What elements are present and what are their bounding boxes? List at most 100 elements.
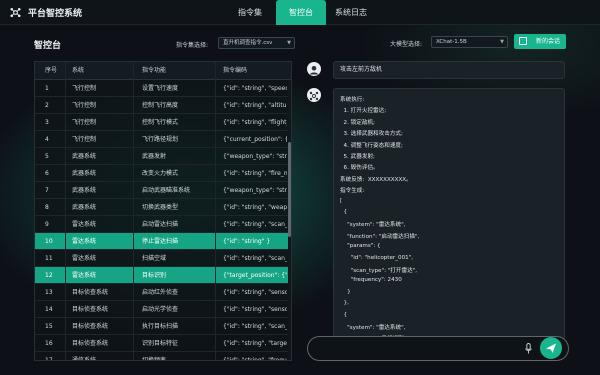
cell-function: 切换武器类型: [142, 204, 179, 211]
cell-function: 目标识别: [142, 272, 167, 279]
col-header-code: 指令编码: [223, 67, 248, 74]
cell-function: 控制飞行高度: [142, 102, 179, 109]
column-divider: [65, 62, 66, 360]
table-row[interactable]: 3 飞行控制 控制飞行模式 {"id": "string", "flight_mo: [35, 114, 291, 131]
table-row[interactable]: 8 武器系统 切换武器类型 {"id": "string", "weapon_: [35, 199, 291, 216]
cell-system: 目标侦查系统: [72, 289, 109, 296]
table-row[interactable]: 5 武器系统 武器发射 {"weapon_type": "string": [35, 148, 291, 165]
table-row[interactable]: 12 雷达系统 目标识别 {"target_position": {"lati: [35, 267, 291, 284]
table-row[interactable]: 10 雷达系统 停止雷达扫描 {"id": "string" }: [35, 233, 291, 250]
cell-system: 雷达系统: [72, 272, 97, 279]
app-logo-icon: [10, 7, 21, 18]
table-row[interactable]: 1 飞行控制 设置飞行速度 {"id": "string", "speed": "s: [35, 80, 291, 97]
table-row[interactable]: 17 通信系统 切换频率 {"id": "string", "frequenc: [35, 352, 291, 361]
cell-system: 飞行控制: [72, 85, 97, 92]
instruction-set-select[interactable]: 直升机调查指令.csv ▼: [218, 37, 295, 49]
table-row[interactable]: 6 武器系统 改变火力模式 {"id": "string", "fire_mod: [35, 165, 291, 182]
cell-code: {"id": "string", "weapon_: [223, 204, 287, 211]
cell-system: 飞行控制: [72, 102, 97, 109]
assistant-message-line: 指令生成:: [340, 188, 365, 195]
cell-function: 启动雷达扫描: [142, 221, 179, 228]
send-button[interactable]: [540, 337, 562, 359]
assistant-message-line: "scan_type": "打开雷达",: [340, 268, 418, 274]
cell-system: 飞行控制: [72, 136, 97, 143]
cell-index: 9: [45, 221, 49, 228]
cell-function: 停止雷达扫描: [142, 238, 179, 245]
instruction-set-label: 指令集选择:: [176, 42, 209, 49]
cell-code: {"target_position": {"lati: [223, 272, 287, 279]
cell-function: 切换频率: [142, 357, 167, 361]
cell-system: 武器系统: [72, 170, 97, 177]
col-header-index: 序号: [45, 67, 58, 74]
cell-system: 通信系统: [72, 357, 97, 361]
cell-system: 目标侦查系统: [72, 340, 109, 347]
cell-function: 武器发射: [142, 153, 167, 160]
cell-function: 改变火力模式: [142, 170, 179, 177]
table-row[interactable]: 14 目标侦查系统 启动光学侦查 {"id": "string", "sensor_t…: [35, 301, 291, 318]
assistant-message-line: }: [340, 288, 351, 295]
table-row[interactable]: 4 飞行控制 飞行路径规划 {"current_position": {"lat: [35, 131, 291, 148]
table-row[interactable]: 16 目标侦查系统 识别目标特征 {"id": "string", "target_p: [35, 335, 291, 352]
cell-index: 14: [45, 306, 53, 313]
cell-code: {"id": "string", "fire_mod: [223, 170, 287, 177]
table-row[interactable]: 2 飞行控制 控制飞行高度 {"id": "string", "altitude": [35, 97, 291, 114]
cell-index: 8: [45, 204, 49, 211]
cell-code: {"id": "string", "scan_typ: [223, 221, 287, 228]
new-chat-button[interactable]: 新的会话: [514, 34, 566, 49]
cell-system: 目标侦查系统: [72, 323, 109, 330]
new-chat-label: 新的会话: [535, 38, 560, 45]
table-scrollbar-thumb[interactable]: [288, 142, 291, 237]
cell-index: 12: [45, 272, 53, 279]
cell-index: 4: [45, 136, 49, 143]
table-row[interactable]: 11 雷达系统 扫描空域 {"id": "string", "scan_are: [35, 250, 291, 267]
assistant-message-line: {: [340, 311, 348, 318]
assistant-message-line: "system": "雷达系统",: [340, 325, 406, 331]
cell-system: 目标侦查系统: [72, 306, 109, 313]
assistant-message-line: 4. 调整飞行姿态和速度;: [340, 142, 403, 149]
cell-index: 3: [45, 119, 49, 126]
table-row[interactable]: 15 目标侦查系统 执行目标扫描 {"id": "string", "scan_are: [35, 318, 291, 335]
cell-code: {"id": "string", "target_p: [223, 340, 287, 347]
model-select[interactable]: XChat-1.5B ▼: [431, 36, 508, 48]
assistant-message-line: "id": "helicopter_001",: [340, 254, 414, 261]
tab-instruction-set[interactable]: 指令集: [225, 0, 275, 25]
table-row[interactable]: 9 雷达系统 启动雷达扫描 {"id": "string", "scan_typ: [35, 216, 291, 233]
user-message: 攻击左前方敌机: [333, 61, 565, 79]
assistant-message-line: },: [340, 300, 349, 307]
cell-code: {"weapon_type": "string": [223, 153, 287, 160]
col-header-function: 指令功能: [142, 67, 167, 74]
cell-function: 设置飞行速度: [142, 85, 179, 92]
cell-index: 1: [45, 85, 49, 92]
cell-index: 5: [45, 153, 49, 160]
assistant-message-line: 5. 武器发射;: [340, 154, 375, 160]
cell-function: 启动红外侦查: [142, 289, 179, 296]
cell-function: 扫描空域: [142, 255, 167, 262]
assistant-message-line: 3. 选择武器和攻击方式;: [340, 131, 403, 138]
table-header: 序号 系统 指令功能 指令编码: [35, 62, 291, 80]
table-row[interactable]: 13 目标侦查系统 启动红外侦查 {"id": "string", "sensor_t…: [35, 284, 291, 301]
cell-index: 15: [45, 323, 53, 330]
cell-index: 6: [45, 170, 49, 177]
table-row[interactable]: 7 武器系统 启动武器瞄准系统 {"weapon_type": "string": [35, 182, 291, 199]
instruction-table: 序号 系统 指令功能 指令编码 1 飞行控制 设置飞行速度 {"id": "strin…: [34, 61, 292, 361]
col-header-system: 系统: [72, 67, 85, 74]
instruction-set-value: 直升机调查指令.csv: [223, 40, 273, 46]
cell-system: 武器系统: [72, 153, 97, 160]
tab-system-log[interactable]: 系统日志: [326, 0, 376, 25]
cell-function: 启动武器瞄准系统: [142, 187, 191, 194]
assistant-message-line: {: [340, 209, 348, 215]
cell-index: 2: [45, 102, 49, 109]
cell-system: 武器系统: [72, 204, 97, 211]
send-icon: [546, 343, 556, 353]
microphone-icon[interactable]: [525, 343, 532, 354]
cell-function: 执行目标扫描: [142, 323, 179, 330]
cell-system: 雷达系统: [72, 221, 97, 228]
assistant-message-line: 系统执行:: [340, 97, 365, 103]
cell-code: {"current_position": {"lat: [223, 136, 287, 143]
cell-code: {"id": "string", "altitude": [223, 102, 287, 109]
cell-function: 飞行路径规划: [142, 136, 179, 143]
user-avatar-icon: [307, 62, 321, 76]
cell-system: 雷达系统: [72, 238, 97, 245]
tab-control-console[interactable]: 智控台: [276, 0, 326, 25]
cell-index: 13: [45, 289, 53, 296]
